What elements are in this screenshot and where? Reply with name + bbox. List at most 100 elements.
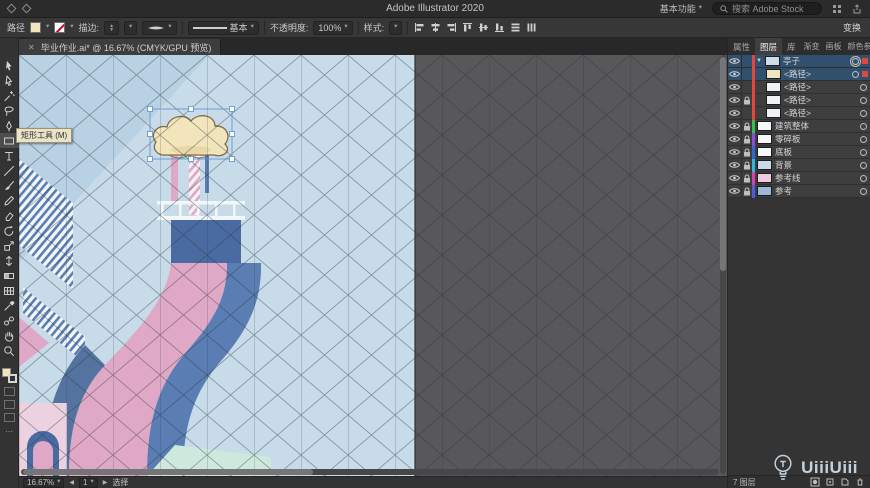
opacity-dropdown[interactable]: 100% ▾ <box>313 20 353 35</box>
visibility-eye-icon[interactable] <box>728 148 741 156</box>
magic-wand-tool[interactable] <box>0 88 19 103</box>
panel-tab-画板[interactable]: 画板 <box>823 38 845 55</box>
target-icon[interactable] <box>860 122 867 130</box>
selection-tool[interactable] <box>0 58 19 73</box>
layer-thumbnail[interactable] <box>766 69 781 79</box>
width-profile-dropdown[interactable]: ▾ <box>142 20 177 35</box>
eraser-tool[interactable] <box>0 208 19 223</box>
layer-row[interactable]: 建筑整体 <box>728 119 870 133</box>
type-tool[interactable] <box>0 148 19 163</box>
stock-search-input[interactable]: 搜索 Adobe Stock <box>712 2 822 15</box>
lock-icon[interactable] <box>741 158 752 172</box>
target-icon[interactable] <box>852 57 859 65</box>
layer-thumbnail[interactable] <box>766 82 781 92</box>
layer-row[interactable]: <路径> <box>728 93 870 107</box>
draw-inside-mode-button[interactable] <box>3 413 15 422</box>
paintbrush-tool[interactable] <box>0 178 19 193</box>
distribute-horizontal-icon[interactable] <box>525 21 538 34</box>
align-left-icon[interactable] <box>413 21 426 34</box>
visibility-eye-icon[interactable] <box>728 161 741 169</box>
align-top-icon[interactable] <box>461 21 474 34</box>
layer-row[interactable]: 参考线 <box>728 171 870 185</box>
workspace-switcher[interactable]: 基本功能 ▾ <box>660 2 702 15</box>
layer-row[interactable]: 背景 <box>728 158 870 172</box>
vertical-scrollbar[interactable] <box>720 56 726 474</box>
target-icon[interactable] <box>860 135 867 143</box>
stroke-color-swatch[interactable] <box>54 22 66 33</box>
visibility-eye-icon[interactable] <box>728 96 741 104</box>
panel-tab-渐变[interactable]: 渐变 <box>801 38 823 55</box>
blend-tool[interactable] <box>0 313 19 328</box>
close-icon[interactable]: ✕ <box>28 43 35 52</box>
brush-definition-dropdown[interactable]: 基本 ▾ <box>187 20 259 35</box>
lock-toggle[interactable] <box>741 67 752 81</box>
gradient-tool[interactable] <box>0 268 19 283</box>
line-segment-tool[interactable] <box>0 163 19 178</box>
target-icon[interactable] <box>852 70 859 78</box>
visibility-eye-icon[interactable] <box>728 83 741 91</box>
lock-icon[interactable] <box>741 184 752 198</box>
draw-behind-mode-button[interactable] <box>3 400 15 409</box>
target-icon[interactable] <box>860 161 867 169</box>
direct-selection-tool[interactable] <box>0 73 19 88</box>
layer-row[interactable]: <路径> <box>728 67 870 81</box>
share-icon[interactable] <box>852 3 862 14</box>
artboard-number-dropdown[interactable]: 1 ▾ <box>79 477 98 488</box>
visibility-eye-icon[interactable] <box>728 135 741 143</box>
lasso-tool[interactable] <box>0 103 19 118</box>
layer-row[interactable]: <路径> <box>728 80 870 94</box>
lock-toggle[interactable] <box>741 80 752 94</box>
target-icon[interactable] <box>860 187 867 195</box>
lock-icon[interactable] <box>741 93 752 107</box>
horizontal-scrollbar[interactable] <box>21 469 719 475</box>
horizontal-scroll-thumb[interactable] <box>23 469 313 475</box>
align-right-icon[interactable] <box>445 21 458 34</box>
zoom-level-dropdown[interactable]: 16.67% ▾ <box>23 477 65 488</box>
apps-grid-icon[interactable] <box>832 4 842 14</box>
visibility-eye-icon[interactable] <box>728 70 741 78</box>
layer-thumbnail[interactable] <box>757 121 772 131</box>
visibility-eye-icon[interactable] <box>728 109 741 117</box>
mesh-tool[interactable] <box>0 283 19 298</box>
layer-row[interactable]: <路径> <box>728 106 870 120</box>
layer-row[interactable]: 参考 <box>728 184 870 198</box>
lock-icon[interactable] <box>741 171 752 185</box>
distribute-vertical-icon[interactable] <box>509 21 522 34</box>
layer-thumbnail[interactable] <box>766 108 781 118</box>
align-center-icon[interactable] <box>429 21 442 34</box>
target-icon[interactable] <box>860 83 867 91</box>
stroke-weight-stepper[interactable]: ▲ ▼ <box>104 20 120 35</box>
lock-toggle[interactable] <box>741 106 752 120</box>
fill-color-swatch[interactable] <box>30 22 42 33</box>
align-middle-icon[interactable] <box>477 21 490 34</box>
previous-artboard-button[interactable]: ◀ <box>69 479 74 486</box>
lock-icon[interactable] <box>741 132 752 146</box>
vertical-scroll-thumb[interactable] <box>720 57 726 271</box>
transform-button[interactable]: 变换 <box>843 21 863 34</box>
layer-row[interactable]: 底板 <box>728 145 870 159</box>
panel-tab-图层[interactable]: 图层 <box>755 38 783 55</box>
home-icon[interactable] <box>21 3 32 14</box>
layer-thumbnail[interactable] <box>757 147 772 157</box>
align-bottom-icon[interactable] <box>493 21 506 34</box>
lock-icon[interactable] <box>741 145 752 159</box>
visibility-eye-icon[interactable] <box>728 174 741 182</box>
target-icon[interactable] <box>860 109 867 117</box>
rotate-tool[interactable] <box>0 223 19 238</box>
zoom-tool[interactable] <box>0 343 19 358</box>
panel-tab-属性[interactable]: 属性 <box>728 38 755 55</box>
layer-row[interactable]: 零碎板 <box>728 132 870 146</box>
visibility-eye-icon[interactable] <box>728 57 741 65</box>
layer-thumbnail[interactable] <box>757 134 772 144</box>
stroke-proxy[interactable] <box>7 374 17 383</box>
draw-normal-mode-button[interactable] <box>3 387 15 396</box>
expand-chevron-icon[interactable]: ▼ <box>755 58 763 64</box>
panel-tab-颜色参[interactable]: 颜色参 <box>845 38 870 55</box>
layer-thumbnail[interactable] <box>766 95 781 105</box>
layer-thumbnail[interactable] <box>765 56 780 66</box>
layer-thumbnail[interactable] <box>757 186 772 196</box>
scale-tool[interactable] <box>0 238 19 253</box>
lock-icon[interactable] <box>741 119 752 133</box>
eyedropper-tool[interactable] <box>0 298 19 313</box>
width-tool[interactable] <box>0 253 19 268</box>
